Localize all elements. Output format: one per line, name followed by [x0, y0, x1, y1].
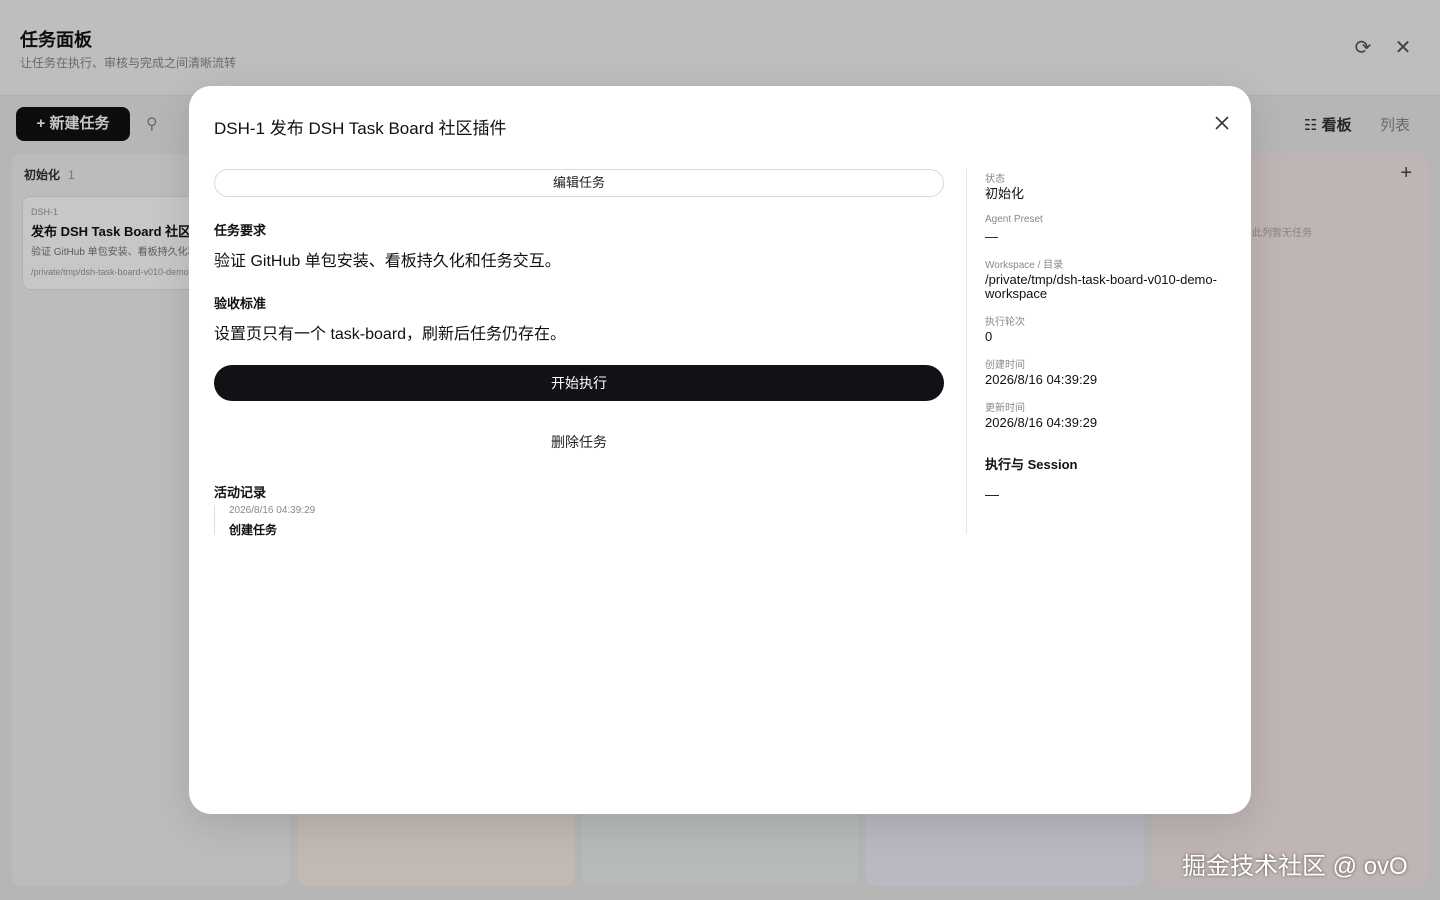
activity-desc: 创建任务: [229, 523, 278, 537]
watermark: 掘金技术社区 @ ovO: [1182, 853, 1408, 880]
activity-label: 活动记录: [214, 485, 267, 500]
requirement-text: 验证 GitHub 单包安装、看板持久化和任务交互。: [214, 253, 561, 270]
acceptance-text: 设置页只有一个 task-board，刷新后任务仍存在。: [214, 326, 567, 343]
preset-value: —: [985, 229, 998, 244]
activity-item: 2026/8/16 04:39:29 创建任务: [229, 505, 614, 538]
exec-session-label: 执行与 Session: [985, 457, 1078, 472]
close-icon[interactable]: [1211, 112, 1233, 134]
activity-time: 2026/8/16 04:39:29: [229, 505, 316, 516]
created-value: 2026/8/16 04:39:29: [985, 372, 1098, 387]
exec-session-value: —: [985, 486, 999, 502]
status-label: 状态: [985, 174, 1005, 185]
pane-divider: [966, 169, 967, 534]
modal-title: DSH-1 发布 DSH Task Board 社区插件: [214, 119, 507, 138]
updated-value: 2026/8/16 04:39:29: [985, 415, 1098, 430]
rounds-label: 执行轮次: [985, 317, 1025, 328]
task-detail-main: 编辑任务 任务要求 验证 GitHub 单包安装、看板持久化和任务交互。 验收标…: [214, 169, 944, 537]
acceptance-label: 验收标准: [214, 296, 267, 311]
requirement-label: 任务要求: [214, 223, 267, 238]
task-detail-modal: DSH-1 发布 DSH Task Board 社区插件 编辑任务 任务要求 验…: [189, 86, 1251, 814]
preset-label: Agent Preset: [985, 214, 1043, 225]
created-label: 创建时间: [985, 360, 1025, 371]
activity-list: 2026/8/16 04:39:29 创建任务: [214, 505, 614, 538]
edit-task-button[interactable]: 编辑任务: [214, 169, 944, 197]
delete-task-button[interactable]: 删除任务: [214, 431, 944, 453]
rounds-value: 0: [985, 329, 993, 344]
status-value: 初始化: [985, 186, 1025, 201]
workspace-label: Workspace / 目录: [985, 260, 1064, 271]
workspace-value: /private/tmp/dsh-task-board-v010-demo-wo…: [985, 272, 1217, 301]
start-execution-button[interactable]: 开始执行: [214, 365, 944, 401]
updated-label: 更新时间: [985, 403, 1025, 414]
